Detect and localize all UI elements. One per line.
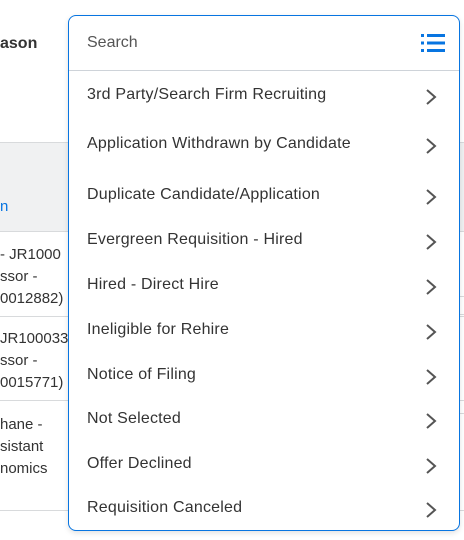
- option-item[interactable]: Requisition Canceled: [69, 488, 459, 530]
- chevron-right-icon: [426, 138, 437, 154]
- column-header-reason: ason: [0, 35, 38, 52]
- option-item[interactable]: Hired - Direct Hire: [69, 265, 459, 309]
- chevron-right-icon: [426, 413, 437, 429]
- option-label: 3rd Party/Search Firm Recruiting: [87, 86, 327, 103]
- option-label: Requisition Canceled: [87, 499, 243, 516]
- cell-line: - JR1000: [0, 246, 61, 263]
- option-label: Hired - Direct Hire: [87, 276, 219, 293]
- cell-line: ssor -: [0, 352, 38, 369]
- chevron-right-icon: [426, 324, 437, 340]
- cell-line: ssor -: [0, 268, 38, 285]
- option-item[interactable]: Ineligible for Rehire: [69, 310, 459, 354]
- cell-line: 0012882): [0, 290, 64, 307]
- option-label: Duplicate Candidate/Application: [87, 186, 321, 203]
- option-item[interactable]: Not Selected: [69, 399, 459, 443]
- cell-line: sistant: [0, 438, 44, 455]
- option-label: Not Selected: [87, 410, 182, 427]
- cell-line: JR100033: [0, 330, 69, 347]
- option-item[interactable]: 3rd Party/Search Firm Recruiting: [69, 75, 459, 119]
- chevron-right-icon: [426, 234, 437, 250]
- chevron-right-icon: [426, 89, 437, 105]
- option-item[interactable]: Evergreen Requisition - Hired: [69, 220, 459, 264]
- option-label: Offer Declined: [87, 455, 192, 472]
- job-requisition-cell[interactable]: hane - sistant nomics: [0, 414, 48, 480]
- cell-line: 0015771): [0, 374, 64, 391]
- table-header-label: n: [0, 198, 9, 215]
- chevron-right-icon: [426, 458, 437, 474]
- search-bar: [69, 16, 459, 71]
- option-item[interactable]: Application Withdrawn by Candidate: [69, 124, 459, 168]
- list-icon[interactable]: [421, 32, 445, 54]
- job-requisition-cell[interactable]: - JR1000 ssor - 0012882): [0, 244, 63, 310]
- option-item[interactable]: Offer Declined: [69, 444, 459, 488]
- cell-line: nomics: [0, 460, 48, 477]
- chevron-right-icon: [426, 502, 437, 518]
- chevron-right-icon: [426, 279, 437, 295]
- chevron-right-icon: [426, 369, 437, 385]
- job-requisition-cell[interactable]: JR100033 ssor - 0015771): [0, 328, 68, 394]
- chevron-right-icon: [426, 189, 437, 205]
- option-label: Notice of Filing: [87, 366, 197, 383]
- option-item[interactable]: Duplicate Candidate/Application: [69, 175, 459, 219]
- cell-line: hane -: [0, 416, 43, 433]
- search-input[interactable]: [87, 32, 387, 54]
- option-label: Evergreen Requisition - Hired: [87, 231, 303, 248]
- option-label: Application Withdrawn by Candidate: [87, 135, 351, 152]
- option-label: Ineligible for Rehire: [87, 321, 230, 338]
- reason-dropdown: 3rd Party/Search Firm Recruiting Applica…: [68, 15, 460, 531]
- option-item[interactable]: Notice of Filing: [69, 355, 459, 399]
